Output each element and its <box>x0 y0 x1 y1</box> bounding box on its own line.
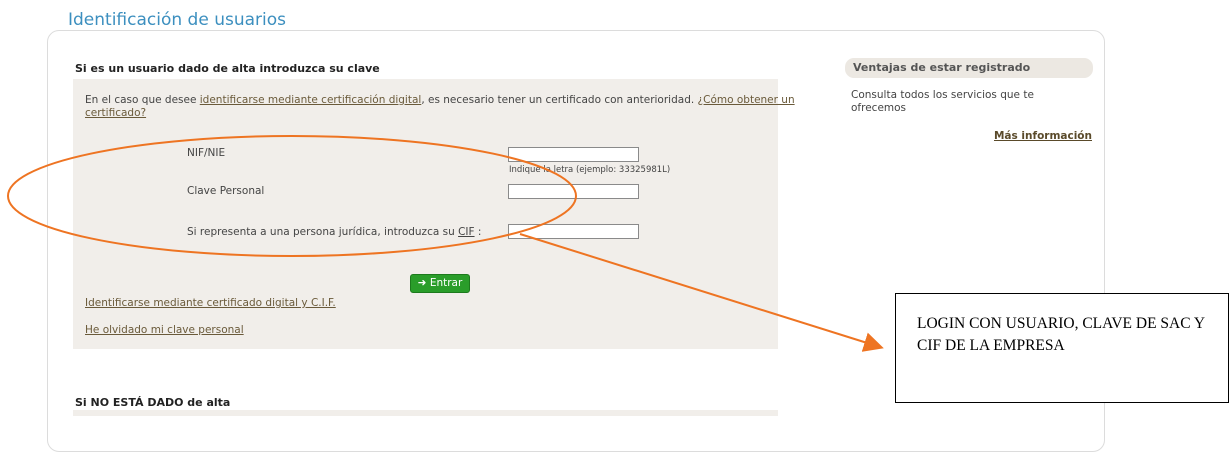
arrow-right-icon: ➜ <box>417 277 427 289</box>
clave-label: Clave Personal <box>187 185 265 197</box>
login-section-title: Si es un usuario dado de alta introduzca… <box>75 62 380 75</box>
cert-info-link[interactable]: identificarse mediante certificación dig… <box>200 94 422 106</box>
intro-prefix: En el caso que desee <box>85 94 200 106</box>
nif-field[interactable] <box>508 147 639 162</box>
submit-button[interactable]: ➜ Entrar <box>410 274 470 293</box>
cif-label-suffix: : <box>474 226 482 238</box>
clave-field[interactable] <box>508 184 639 199</box>
register-section-title: Si NO ESTÁ DADO de alta <box>75 396 231 409</box>
sidebar-title: Ventajas de estar registrado <box>845 58 1093 78</box>
more-info-link[interactable]: Más información <box>994 130 1092 142</box>
sidebar-text: Consulta todos los servicios que te ofre… <box>851 89 1034 114</box>
cif-label-prefix: Si representa a una persona jurídica, in… <box>187 226 459 238</box>
register-panel <box>73 410 778 416</box>
cert-login-link[interactable]: Identificarse mediante certificado digit… <box>85 297 336 309</box>
intro-middle: , es necesario tener un certificado con … <box>421 94 698 106</box>
annotation-note: LOGIN CON USUARIO, CLAVE DE SAC Y CIF DE… <box>895 293 1229 403</box>
nif-hint: Indique la letra (ejemplo: 33325981L) <box>509 165 671 175</box>
submit-label: Entrar <box>429 277 463 289</box>
nif-label: NIF/NIE <box>187 147 226 159</box>
cif-abbr: CIF <box>458 226 475 238</box>
intro-text: En el caso que desee identificarse media… <box>85 94 795 120</box>
page-title: Identificación de usuarios <box>68 10 292 30</box>
cif-label: Si representa a una persona jurídica, in… <box>187 226 481 238</box>
forgot-password-link[interactable]: He olvidado mi clave personal <box>85 324 244 336</box>
cif-field[interactable] <box>508 224 639 239</box>
